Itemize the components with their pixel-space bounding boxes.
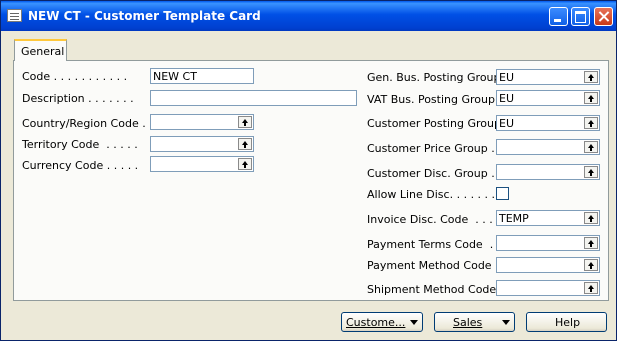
close-button[interactable] [594,7,613,26]
lookup-arrow-icon[interactable] [584,282,598,294]
country-region-code-field[interactable] [150,114,254,130]
invoice-disc-code-value: TEMP [499,212,529,225]
chevron-down-icon [410,320,418,325]
shipment-method-code-label: Shipment Method Code . [367,283,507,296]
customer-posting-group-value: EU [499,117,515,130]
invoice-disc-code-field[interactable]: TEMP [496,210,600,226]
payment-method-code-label: Payment Method Code . [367,259,503,272]
maximize-button[interactable] [571,7,590,26]
customer-menu-label: Custome... [346,316,406,329]
lookup-arrow-icon[interactable] [584,259,598,271]
help-label: Help [555,316,581,329]
code-value: NEW CT [153,70,197,83]
lookup-arrow-icon[interactable] [584,166,598,178]
currency-code-field[interactable] [150,156,254,172]
lookup-arrow-icon[interactable] [584,71,598,83]
sales-menu-button[interactable]: Sales [434,312,515,332]
allow-line-disc-label: Allow Line Disc. . . . . . . [367,188,496,201]
customer-posting-group-field[interactable]: EU [496,115,600,131]
lookup-arrow-icon[interactable] [238,116,252,128]
code-field[interactable]: NEW CT [150,68,254,84]
vat-bus-posting-group-field[interactable]: EU [496,90,600,106]
minimize-button[interactable] [549,7,568,26]
lookup-arrow-icon[interactable] [584,212,598,224]
customer-price-group-field[interactable] [496,139,600,155]
gen-bus-posting-group-value: EU [499,71,515,84]
customer-posting-group-label: Customer Posting Group . [367,117,508,130]
lookup-arrow-icon[interactable] [584,141,598,153]
gen-bus-posting-group-label: Gen. Bus. Posting Group . [367,71,508,84]
gen-bus-posting-group-field[interactable]: EU [496,69,600,85]
customer-template-card-window: NEW CT - Customer Template Card General … [0,0,617,341]
shipment-method-code-field[interactable] [496,280,600,296]
customer-menu-button[interactable]: Custome... [341,312,423,332]
description-field[interactable] [150,90,357,106]
payment-method-code-field[interactable] [496,257,600,273]
lookup-arrow-icon[interactable] [584,117,598,129]
lookup-arrow-icon[interactable] [584,92,598,104]
currency-code-label: Currency Code . . . . . [22,159,139,172]
payment-terms-code-field[interactable] [496,235,600,251]
invoice-disc-code-label: Invoice Disc. Code . . . [367,213,493,226]
title-bar[interactable]: NEW CT - Customer Template Card [1,1,616,31]
territory-code-field[interactable] [150,136,254,152]
country-region-code-label: Country/Region Code . . [22,117,153,130]
window-title: NEW CT - Customer Template Card [28,9,261,23]
customer-disc-group-label: Customer Disc. Group . . [367,167,502,180]
tab-general[interactable]: General [14,39,67,61]
form-icon [7,9,22,22]
code-label: Code . . . . . . . . . . . [22,70,128,83]
customer-disc-group-field[interactable] [496,164,600,180]
tab-general-label: General [21,45,65,58]
sales-menu-label: Sales [453,316,483,329]
territory-code-label: Territory Code . . . . . [22,138,138,151]
lookup-arrow-icon[interactable] [584,237,598,249]
payment-terms-code-label: Payment Terms Code . . [367,238,501,251]
vat-bus-posting-group-label: VAT Bus. Posting Group . [367,93,502,106]
lookup-arrow-icon[interactable] [238,158,252,170]
chevron-down-icon [502,320,510,325]
help-button[interactable]: Help [526,312,607,332]
vat-bus-posting-group-value: EU [499,92,515,105]
allow-line-disc-checkbox[interactable] [496,187,509,200]
description-label: Description . . . . . . . [22,92,134,105]
lookup-arrow-icon[interactable] [238,138,252,150]
customer-price-group-label: Customer Price Group . . [367,142,502,155]
